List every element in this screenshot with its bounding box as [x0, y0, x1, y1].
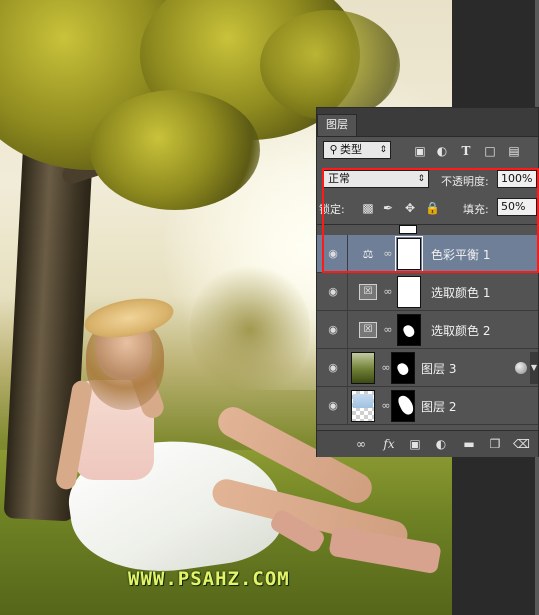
- selective-color-icon: ☒: [359, 322, 377, 338]
- filter-row: ⚲ 类型 ⇕ ▣ ◐ T □ ▤: [317, 138, 538, 164]
- new-layer-icon[interactable]: ❐: [487, 437, 503, 451]
- new-group-icon[interactable]: ▬: [461, 437, 477, 451]
- smart-object-filter-icon[interactable]: ▤: [507, 144, 521, 158]
- visibility-eye-icon[interactable]: ◉: [326, 323, 340, 337]
- tree-canopy: [260, 10, 400, 120]
- tab-layers[interactable]: 图层: [317, 114, 357, 136]
- mask-shape: [401, 323, 417, 339]
- updown-arrow-icon: ⇕: [379, 145, 387, 155]
- search-icon: ⚲: [329, 143, 338, 156]
- mask-link-icon[interactable]: ∞: [383, 323, 393, 337]
- mask-shape: [396, 393, 416, 417]
- visibility-eye-icon[interactable]: ◉: [326, 285, 340, 299]
- tree-canopy: [90, 90, 260, 210]
- layer-mask-thumbnail[interactable]: [397, 314, 421, 346]
- distant-tree: [190, 260, 310, 400]
- mask-link-icon[interactable]: ∞: [381, 361, 391, 375]
- watermark-text: WWW.PSAHZ.COM: [128, 568, 290, 590]
- panel-bottom-bar: ∞ fx ▣ ◐ ▬ ❐ ⌫: [317, 430, 538, 457]
- visibility-eye-icon[interactable]: ◉: [326, 361, 340, 375]
- adjustment-filter-icon[interactable]: ◐: [435, 144, 449, 158]
- layer-mask-thumbnail[interactable]: [391, 352, 415, 384]
- layer-name[interactable]: 选取颜色 2: [431, 322, 490, 339]
- selective-color-icon: ☒: [359, 284, 377, 300]
- thumbnail-content: [353, 394, 373, 408]
- layer-name[interactable]: 图层 2: [421, 398, 456, 415]
- fx-icon[interactable]: fx: [381, 437, 397, 451]
- smart-filter-badge-icon[interactable]: [515, 362, 527, 374]
- annotation-highlight-box: [322, 168, 539, 273]
- panel-tab-bar: 图层: [317, 108, 538, 137]
- visibility-eye-icon[interactable]: ◉: [326, 399, 340, 413]
- layer-row-selective-color-1[interactable]: ◉ ☒ ∞ 选取颜色 1: [317, 273, 538, 311]
- layer-row-layer-2[interactable]: ◉ ∞ 图层 2: [317, 387, 538, 425]
- expand-arrow-icon[interactable]: ▼: [530, 352, 538, 384]
- row-divider: [347, 273, 348, 311]
- layer-thumbnail[interactable]: [351, 352, 375, 384]
- layer-mask-thumbnail[interactable]: [391, 390, 416, 422]
- layer-name[interactable]: 选取颜色 1: [431, 284, 490, 301]
- layers-panel: 图层 ⚲ 类型 ⇕ ▣ ◐ T □ ▤ 正常 ⇕ 不透明度: 100% 锁定: ▩…: [316, 107, 539, 457]
- mask-shape: [395, 361, 411, 377]
- row-divider: [347, 311, 348, 349]
- mask-link-icon[interactable]: ∞: [381, 399, 391, 413]
- layer-thumbnail[interactable]: [351, 390, 375, 422]
- layer-mask-thumbnail[interactable]: [397, 276, 421, 308]
- text-filter-icon[interactable]: T: [459, 144, 473, 158]
- add-mask-icon[interactable]: ▣: [407, 437, 423, 451]
- new-adjustment-icon[interactable]: ◐: [433, 437, 449, 451]
- mask-link-icon[interactable]: ∞: [383, 285, 393, 299]
- filter-kind-select[interactable]: ⚲ 类型 ⇕: [323, 141, 391, 159]
- layer-row-selective-color-2[interactable]: ◉ ☒ ∞ 选取颜色 2: [317, 311, 538, 349]
- filter-kind-label: 类型: [340, 143, 362, 156]
- shape-filter-icon[interactable]: □: [483, 144, 497, 158]
- layer-row-layer-3[interactable]: ◉ ∞ 图层 3 ▼: [317, 349, 538, 387]
- link-layers-icon[interactable]: ∞: [353, 437, 369, 451]
- image-filter-icon[interactable]: ▣: [413, 144, 427, 158]
- row-divider: [347, 387, 348, 425]
- trash-icon[interactable]: ⌫: [513, 437, 530, 451]
- row-divider: [347, 349, 348, 387]
- layer-name[interactable]: 图层 3: [421, 360, 456, 377]
